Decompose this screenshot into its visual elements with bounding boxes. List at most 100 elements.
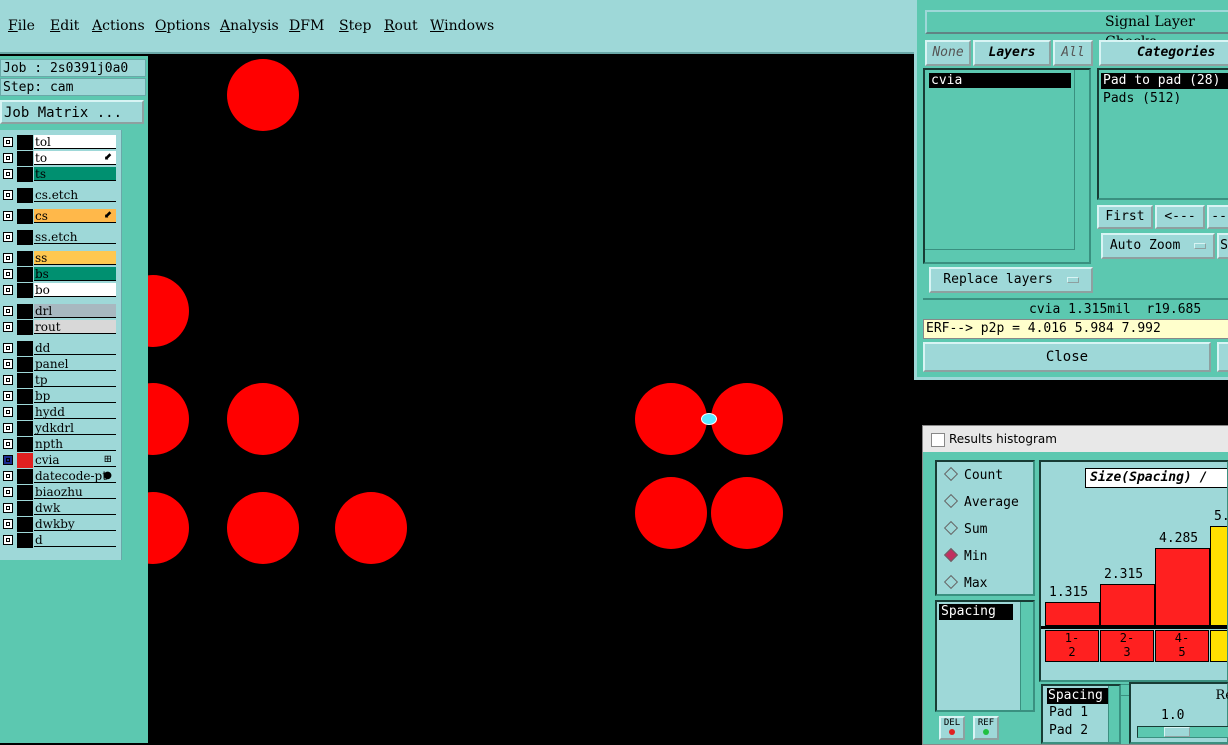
layer-color-swatch[interactable] <box>17 230 33 245</box>
replace-layers-dropdown[interactable]: Replace layers <box>929 267 1093 293</box>
layer-name[interactable]: dwk <box>34 501 116 515</box>
menu-options[interactable]: Options <box>155 18 210 34</box>
categories-list[interactable]: Pad to pad (28) Pads (512) <box>1097 68 1228 200</box>
layer-row-npth[interactable]: npth <box>0 437 118 452</box>
layer-checkbox[interactable] <box>3 153 13 163</box>
layers-scrollbar[interactable] <box>1074 70 1089 262</box>
layer-checkbox[interactable] <box>3 535 13 545</box>
layer-checkbox[interactable] <box>3 407 13 417</box>
layer-color-swatch[interactable] <box>17 267 33 282</box>
field-pad2[interactable]: Pad 2 <box>1049 723 1088 738</box>
layer-color-swatch[interactable] <box>17 251 33 266</box>
menu-windows[interactable]: Windows <box>430 18 494 34</box>
layer-color-swatch[interactable] <box>17 453 33 468</box>
layer-color-swatch[interactable] <box>17 209 33 224</box>
field-spacing[interactable]: Spacing <box>1047 688 1112 704</box>
layers-hscrollbar[interactable] <box>925 249 1075 262</box>
layer-name[interactable]: tol <box>34 135 116 149</box>
layer-checkbox[interactable] <box>3 137 13 147</box>
layer-row-d[interactable]: d <box>0 533 118 548</box>
layer-color-swatch[interactable] <box>17 533 33 548</box>
layer-checkbox[interactable] <box>3 306 13 316</box>
layer-name[interactable]: d <box>34 533 116 547</box>
layer-checkbox[interactable] <box>3 471 13 481</box>
layer-checkbox[interactable] <box>3 190 13 200</box>
layer-row-to[interactable]: to ⬋ <box>0 151 118 166</box>
layers-list[interactable]: cvia <box>923 68 1091 264</box>
radio-min[interactable]: Min <box>943 547 987 564</box>
layer-color-swatch[interactable] <box>17 373 33 388</box>
bin-label[interactable]: 1- 2 <box>1045 630 1099 662</box>
layer-name[interactable]: dd <box>34 341 116 355</box>
job-matrix-button[interactable]: Job Matrix ... <box>0 100 144 124</box>
list-item-spacing[interactable]: Spacing <box>939 604 1013 620</box>
menu-dfm[interactable]: DFM <box>289 18 324 34</box>
menu-actions[interactable]: Actions <box>92 18 145 34</box>
del-button[interactable]: DEL <box>939 716 965 740</box>
bin-label[interactable] <box>1210 630 1227 662</box>
side-button[interactable] <box>1217 342 1228 372</box>
layer-name[interactable]: dwkby <box>34 517 116 531</box>
layer-name[interactable]: cs ⬋ <box>34 209 116 223</box>
layer-name[interactable]: to ⬋ <box>34 151 116 165</box>
layer-row-cs[interactable]: cs ⬋ <box>0 209 118 224</box>
histogram-bar[interactable] <box>1210 526 1227 626</box>
layer-row-cs.etch[interactable]: cs.etch <box>0 188 118 203</box>
layer-row-panel[interactable]: panel <box>0 357 118 372</box>
layer-color-swatch[interactable] <box>17 283 33 298</box>
layer-color-swatch[interactable] <box>17 151 33 166</box>
layer-name[interactable]: ss <box>34 251 116 265</box>
layer-name[interactable]: cs.etch <box>34 188 116 202</box>
menu-analysis[interactable]: Analysis <box>220 18 279 34</box>
menu-edit[interactable]: Edit <box>50 18 79 34</box>
field-pad1[interactable]: Pad 1 <box>1049 705 1088 720</box>
results-field-list[interactable]: Spacing Pad 1 Pad 2 <box>1041 684 1121 744</box>
layer-checkbox[interactable] <box>3 322 13 332</box>
layer-row-bo[interactable]: bo <box>0 283 118 298</box>
layer-name[interactable]: bp <box>34 389 116 403</box>
histogram-titlebar[interactable]: Results histogram <box>923 426 1228 452</box>
graphics-canvas[interactable] <box>148 56 918 743</box>
layer-row-biaozhu[interactable]: biaozhu <box>0 485 118 500</box>
layer-name[interactable]: rout <box>34 320 116 334</box>
layer-row-ydkdrl[interactable]: ydkdrl <box>0 421 118 436</box>
radio-average[interactable]: Average <box>943 493 1019 510</box>
layer-color-swatch[interactable] <box>17 469 33 484</box>
histogram-bar[interactable] <box>1155 548 1210 626</box>
layer-name[interactable]: npth <box>34 437 116 451</box>
categories-tab[interactable]: Categories <box>1099 40 1228 66</box>
layer-checkbox[interactable] <box>3 455 13 465</box>
scale-slider[interactable] <box>1137 726 1228 738</box>
layer-checkbox[interactable] <box>3 359 13 369</box>
layer-name[interactable]: biaozhu <box>34 485 116 499</box>
layer-checkbox[interactable] <box>3 253 13 263</box>
layer-color-swatch[interactable] <box>17 501 33 516</box>
layer-row-hydd[interactable]: hydd <box>0 405 118 420</box>
layer-name[interactable]: tp <box>34 373 116 387</box>
cut-off-button[interactable]: Sv <box>1217 233 1228 259</box>
layer-row-dwk[interactable]: dwk <box>0 501 118 516</box>
layer-row-datecode-pt[interactable]: datecode-pt ● <box>0 469 118 484</box>
layer-checkbox[interactable] <box>3 439 13 449</box>
layer-checkbox[interactable] <box>3 169 13 179</box>
layer-name[interactable]: ss.etch <box>34 230 116 244</box>
layer-row-drl[interactable]: drl <box>0 304 118 319</box>
close-button[interactable]: Close <box>923 342 1211 372</box>
layer-checkbox[interactable] <box>3 487 13 497</box>
layer-row-ss[interactable]: ss <box>0 251 118 266</box>
layer-name[interactable]: ts <box>34 167 116 181</box>
attr-list-scrollbar[interactable] <box>1020 602 1033 710</box>
violation-marker[interactable] <box>701 413 717 425</box>
layer-checkbox[interactable] <box>3 343 13 353</box>
layer-checkbox[interactable] <box>3 391 13 401</box>
ref-button[interactable]: REF <box>973 716 999 740</box>
layer-checkbox[interactable] <box>3 375 13 385</box>
layer-checkbox[interactable] <box>3 232 13 242</box>
auto-zoom-dropdown[interactable]: Auto Zoom <box>1101 233 1215 259</box>
menu-rout[interactable]: Rout <box>384 18 418 34</box>
all-button[interactable]: All <box>1053 40 1093 66</box>
layer-row-tol[interactable]: tol <box>0 135 118 150</box>
layer-name[interactable]: panel <box>34 357 116 371</box>
field-list-scrollbar[interactable] <box>1108 686 1119 742</box>
none-button[interactable]: None <box>925 40 971 66</box>
